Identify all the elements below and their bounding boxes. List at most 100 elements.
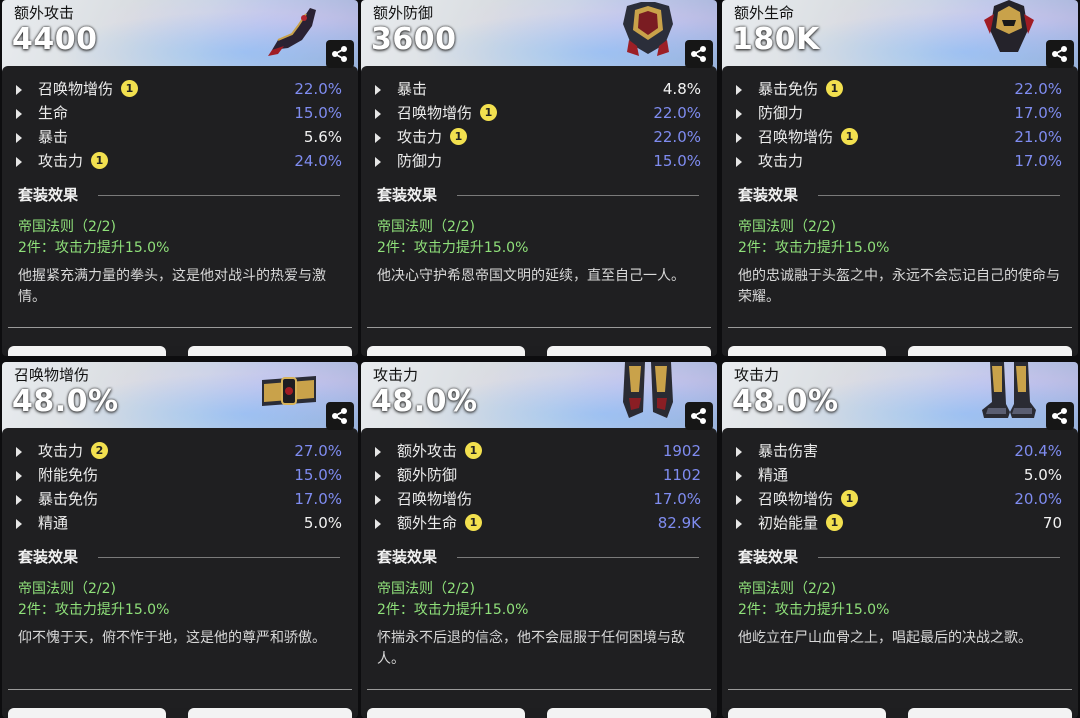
equipment-card[interactable]: 额外生命 180K 暴击免伤 1 22.0% 防御力 17.0% 召唤物增伤 1… [722,0,1078,356]
bullet-triangle-icon [736,519,742,529]
substat-name: 生命 [38,104,69,122]
substat-value: 1902 [662,442,701,460]
substat-row: 攻击力 2 27.0% [16,440,342,464]
action-button-left[interactable] [728,346,886,356]
substat-name: 精通 [758,466,789,484]
action-button-left[interactable] [367,708,525,718]
set-effect-title: 套装效果 [377,548,438,566]
bullet-triangle-icon [16,157,22,167]
bullet-triangle-icon [736,495,742,505]
action-button-left[interactable] [8,346,166,356]
divider [457,195,699,196]
action-button-right[interactable] [188,708,352,718]
bullet-triangle-icon [736,133,742,143]
share-button[interactable] [685,40,713,68]
substat-value: 15.0% [294,466,342,484]
equipment-card[interactable]: 攻击力 48.0% 暴击伤害 20.4% 精通 5.0% 召唤物增伤 1 20.… [722,362,1078,718]
bullet-triangle-icon [736,157,742,167]
set-bonus: 2件：攻击力提升15.0% [377,240,529,256]
share-button[interactable] [1046,40,1074,68]
set-effect-title: 套装效果 [18,548,79,566]
substat-value: 22.0% [294,80,342,98]
substat-row: 暴击免伤 17.0% [16,488,342,512]
action-button-right[interactable] [547,346,711,356]
substat-upgrade-badge: 2 [91,442,108,459]
substat-list: 额外攻击 1 1902 额外防御 1102 召唤物增伤 17.0% 额外生命 1… [375,440,701,536]
stats-panel: 额外攻击 1 1902 额外防御 1102 召唤物增伤 17.0% 额外生命 1… [361,428,717,708]
substat-upgrade-badge: 1 [465,442,482,459]
substat-upgrade-badge: 1 [841,490,858,507]
bullet-triangle-icon [16,519,22,529]
main-stat-value: 4400 [12,22,98,57]
bullet-triangle-icon [16,133,22,143]
equipment-card[interactable]: 额外防御 3600 暴击 4.8% 召唤物增伤 1 22.0% 攻击力 1 22… [361,0,717,356]
stats-panel: 召唤物增伤 1 22.0% 生命 15.0% 暴击 5.6% 攻击力 1 24.… [2,66,358,346]
bullet-triangle-icon [375,133,381,143]
action-button-left[interactable] [8,708,166,718]
substat-value: 22.0% [653,104,701,122]
set-name: 帝国法则（2/2) [18,219,116,235]
set-effect-title: 套装效果 [738,186,799,204]
action-button-left[interactable] [367,346,525,356]
substat-name: 暴击 [38,128,69,146]
bullet-triangle-icon [16,85,22,95]
main-stat-value: 48.0% [732,384,839,419]
bullet-triangle-icon [375,85,381,95]
share-button[interactable] [326,402,354,430]
substat-value: 17.0% [1014,152,1062,170]
bullet-triangle-icon [375,109,381,119]
action-button-right[interactable] [908,708,1072,718]
substat-row: 初始能量 1 70 [736,512,1062,536]
substat-value: 22.0% [653,128,701,146]
share-button[interactable] [1046,402,1074,430]
flavor-text: 他屹立在尸山血骨之上，唱起最后的决战之歌。 [738,630,1032,646]
action-button-right[interactable] [908,346,1072,356]
chest-armor-icon [617,0,679,58]
substat-name: 暴击伤害 [758,442,819,460]
substat-value: 70 [1042,514,1062,532]
set-name: 帝国法则（2/2) [18,581,116,597]
substat-row: 召唤物增伤 1 22.0% [16,78,342,102]
action-button-right[interactable] [547,708,711,718]
divider [8,689,352,690]
bullet-triangle-icon [736,85,742,95]
bullet-triangle-icon [375,157,381,167]
bullet-triangle-icon [375,447,381,457]
substat-name: 额外生命 [397,514,458,532]
substat-name: 暴击免伤 [758,80,819,98]
set-bonus: 2件：攻击力提升15.0% [738,240,890,256]
substat-name: 防御力 [397,152,443,170]
substat-upgrade-badge: 1 [841,128,858,145]
equipment-card[interactable]: 召唤物增伤 48.0% 攻击力 2 27.0% 附能免伤 15.0% 暴击免伤 … [2,362,358,718]
substat-name: 额外防御 [397,466,458,484]
equipment-card[interactable]: 额外攻击 4400 召唤物增伤 1 22.0% 生命 15.0% 暴击 5.6%… [2,0,358,356]
substat-upgrade-badge: 1 [826,514,843,531]
equipment-card[interactable]: 攻击力 48.0% 额外攻击 1 1902 额外防御 1102 召唤物增伤 17… [361,362,717,718]
substat-list: 暴击免伤 1 22.0% 防御力 17.0% 召唤物增伤 1 21.0% 攻击力… [736,78,1062,174]
action-button-right[interactable] [188,346,352,356]
divider [457,557,699,558]
bullet-triangle-icon [375,495,381,505]
divider [818,195,1060,196]
main-stat-value: 180K [732,22,820,57]
divider [367,327,711,328]
action-button-left[interactable] [728,708,886,718]
stats-panel: 攻击力 2 27.0% 附能免伤 15.0% 暴击免伤 17.0% 精通 5.0… [2,428,358,708]
substat-name: 暴击免伤 [38,490,99,508]
substat-list: 召唤物增伤 1 22.0% 生命 15.0% 暴击 5.6% 攻击力 1 24.… [16,78,342,174]
gauntlet-icon [258,0,320,58]
substat-row: 攻击力 1 22.0% [375,126,701,150]
substat-value: 82.9K [657,514,701,532]
set-bonus: 2件：攻击力提升15.0% [18,602,170,618]
bullet-triangle-icon [736,109,742,119]
share-button[interactable] [326,40,354,68]
bullet-triangle-icon [16,495,22,505]
substat-value: 27.0% [294,442,342,460]
substat-row: 额外攻击 1 1902 [375,440,701,464]
share-button[interactable] [685,402,713,430]
set-name: 帝国法则（2/2) [738,219,836,235]
substat-row: 召唤物增伤 1 22.0% [375,102,701,126]
leg-armor-icon [617,362,679,420]
main-stat-label: 攻击力 [734,366,780,384]
flavor-text: 怀揣永不后退的信念，他不会屈服于任何困境与敌人。 [377,630,685,667]
